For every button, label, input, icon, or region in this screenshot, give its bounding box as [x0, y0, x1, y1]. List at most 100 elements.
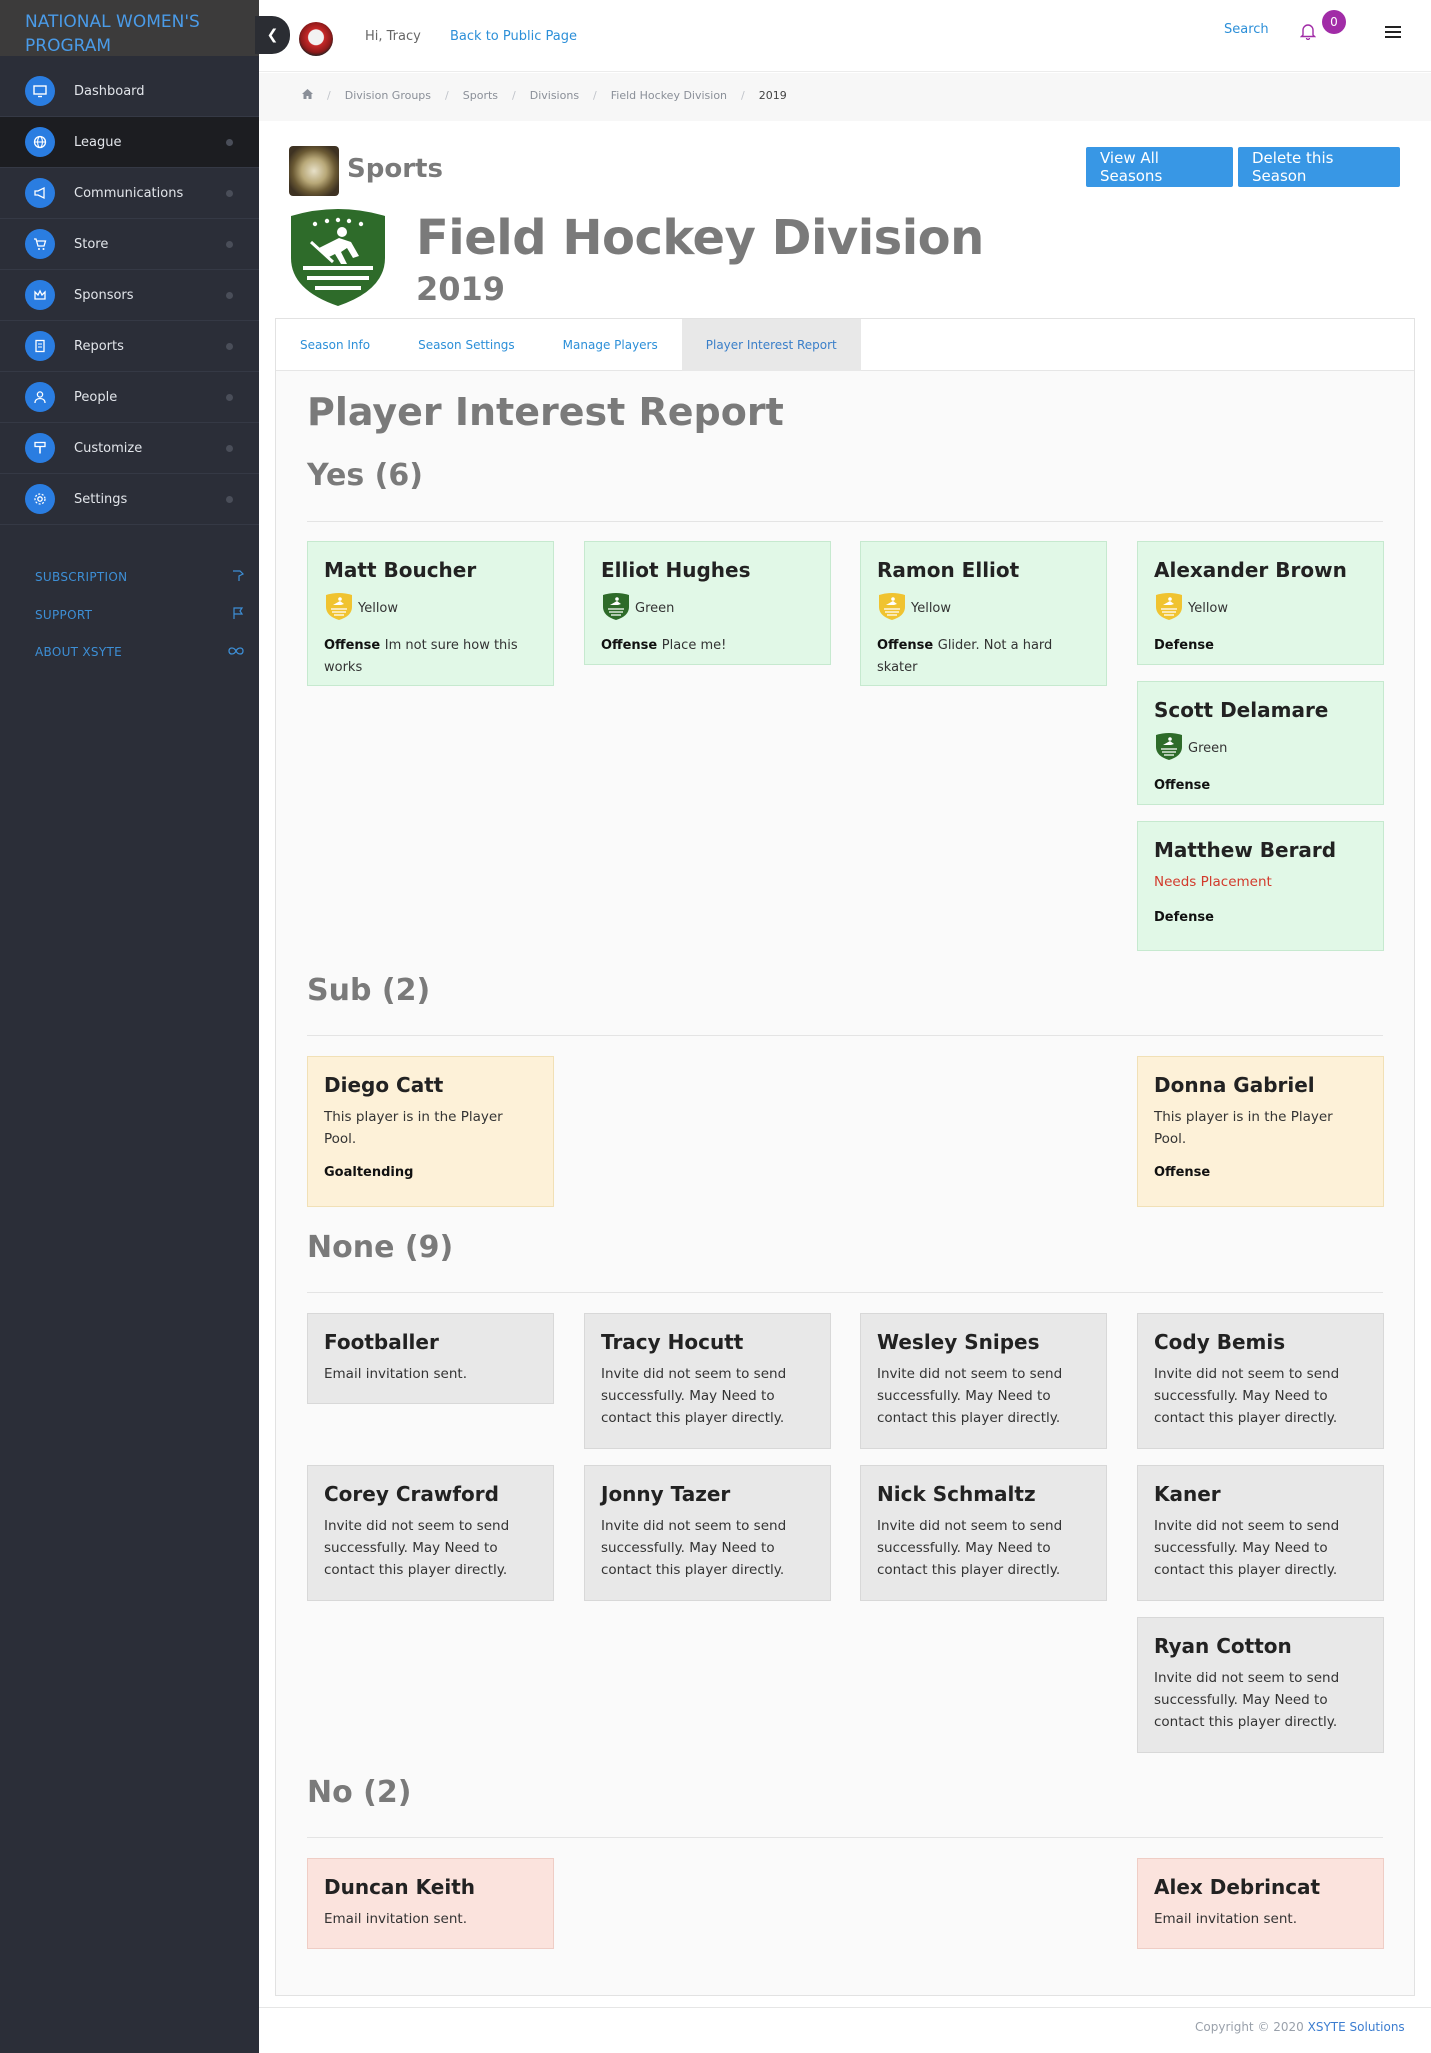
breadcrumb-separator: / — [593, 89, 597, 102]
breadcrumb-current: 2019 — [758, 89, 787, 102]
support-link[interactable]: SUPPORT — [35, 606, 245, 623]
sidebar-item-league[interactable]: League — [0, 117, 259, 168]
hand-icon — [231, 568, 245, 585]
menu-icon[interactable] — [1385, 24, 1401, 43]
position: Offense — [877, 638, 934, 653]
footer: Copyright © 2020 XSYTE Solutions — [1195, 2020, 1405, 2034]
bell-icon[interactable] — [1299, 22, 1317, 44]
reports-icon — [25, 331, 55, 361]
sidebar-item-settings[interactable]: Settings — [0, 474, 259, 525]
player-card: Duncan Keith Email invitation sent. — [307, 1858, 554, 1949]
player-card: Elliot Hughes Green Offense Place me! — [584, 541, 831, 665]
yellow-team-icon — [1154, 591, 1188, 625]
delete-season-button[interactable]: Delete this Season — [1238, 147, 1400, 187]
position: Defense — [1154, 638, 1214, 653]
player-name: Elliot Hughes — [601, 558, 751, 582]
breadcrumb-separator: / — [512, 89, 516, 102]
home-icon[interactable] — [302, 89, 313, 102]
sidebar-item-label: Dashboard — [74, 83, 145, 99]
divider — [307, 1035, 1383, 1036]
position-row: Offense Im not sure how this works — [324, 635, 537, 679]
brand-title[interactable]: NATIONAL WOMEN'S PROGRAM — [0, 0, 259, 56]
divider — [307, 1292, 1383, 1293]
footer-divider — [259, 2007, 1431, 2008]
needs-placement-status: Needs Placement — [1154, 874, 1272, 890]
breadcrumb-separator: / — [445, 89, 449, 102]
view-all-seasons-button[interactable]: View All Seasons — [1086, 147, 1233, 187]
sidebar-item-label: Customize — [74, 440, 143, 456]
sidebar-item-customize[interactable]: Customize — [0, 423, 259, 474]
divider — [307, 521, 1383, 522]
back-to-public-link[interactable]: Back to Public Page — [450, 29, 577, 44]
tab-season-settings[interactable]: Season Settings — [394, 319, 539, 371]
sidebar-item-sponsors[interactable]: Sponsors — [0, 270, 259, 321]
yellow-team-icon — [324, 591, 358, 625]
position-row: Offense — [1154, 775, 1367, 797]
player-message: Invite did not seem to send successfully… — [601, 1366, 787, 1426]
sidebar-item-label: Store — [74, 236, 109, 252]
copyright-text: Copyright © 2020 — [1195, 2020, 1304, 2034]
subscription-link[interactable]: SUBSCRIPTION — [35, 568, 245, 585]
player-name: Ryan Cotton — [1154, 1634, 1292, 1658]
search-link[interactable]: Search — [1224, 22, 1269, 37]
player-name: Matt Boucher — [324, 558, 477, 582]
team-row: Green — [1154, 731, 1367, 765]
player-card: Scott Delamare Green Offense — [1137, 681, 1384, 805]
notification-badge[interactable]: 0 — [1322, 10, 1346, 34]
breadcrumb-separator: / — [741, 89, 745, 102]
player-card: Ryan Cotton Invite did not seem to send … — [1137, 1617, 1384, 1753]
collapse-sidebar-button[interactable]: ❮ — [255, 16, 290, 54]
megaphone-icon — [25, 178, 55, 208]
sidebar-item-reports[interactable]: Reports — [0, 321, 259, 372]
flag-icon — [231, 606, 245, 623]
sidebar-item-communications[interactable]: Communications — [0, 168, 259, 219]
about-link[interactable]: ABOUT XSYTE — [35, 645, 245, 659]
team-row: Green — [601, 591, 814, 625]
nav-dot — [226, 342, 233, 350]
sidebar-item-people[interactable]: People — [0, 372, 259, 423]
player-name: Donna Gabriel — [1154, 1073, 1315, 1097]
player-name: Ramon Elliot — [877, 558, 1020, 582]
team-name: Yellow — [358, 600, 399, 616]
field-hockey-logo — [289, 208, 387, 312]
avatar[interactable] — [299, 22, 333, 56]
breadcrumb-division-groups[interactable]: Division Groups — [345, 89, 431, 102]
breadcrumb-field-hockey[interactable]: Field Hockey Division — [611, 89, 727, 102]
position-row: Offense Place me! — [601, 635, 814, 657]
tab-player-interest-report[interactable]: Player Interest Report — [681, 319, 861, 371]
tab-season-info[interactable]: Season Info — [276, 319, 394, 371]
sidebar-item-label: Communications — [74, 185, 184, 201]
player-card: Matthew Berard Needs Placement Defense — [1137, 821, 1384, 951]
player-name: Cody Bemis — [1154, 1330, 1286, 1354]
gear-icon — [25, 484, 55, 514]
sidebar-item-label: Settings — [74, 491, 128, 507]
sidebar-item-dashboard[interactable]: Dashboard — [0, 66, 259, 117]
player-message: Email invitation sent. — [324, 1366, 467, 1382]
player-message: This player is in the Player Pool. — [1154, 1109, 1333, 1147]
nav-dot — [226, 291, 233, 299]
player-name: Scott Delamare — [1154, 698, 1329, 722]
cart-icon — [25, 229, 55, 259]
player-card: Jonny Tazer Invite did not seem to send … — [584, 1465, 831, 1601]
player-card: Donna Gabriel This player is in the Play… — [1137, 1056, 1384, 1207]
player-message: Invite did not seem to send successfully… — [1154, 1366, 1340, 1426]
chevron-left-icon: ❮ — [266, 27, 279, 43]
tab-manage-players[interactable]: Manage Players — [539, 319, 682, 371]
breadcrumb-sports[interactable]: Sports — [463, 89, 498, 102]
section-heading-sub: Sub (2) — [307, 973, 431, 1008]
company-link[interactable]: XSYTE Solutions — [1308, 2020, 1405, 2034]
player-card: Kaner Invite did not seem to send succes… — [1137, 1465, 1384, 1601]
player-card: Cody Bemis Invite did not seem to send s… — [1137, 1313, 1384, 1449]
nav-dot — [226, 444, 233, 452]
breadcrumb-divisions[interactable]: Divisions — [530, 89, 579, 102]
position: Offense — [1154, 778, 1211, 793]
sidebar-item-store[interactable]: Store — [0, 219, 259, 270]
sidebar-item-label: League — [74, 134, 122, 150]
subscription-label: SUBSCRIPTION — [35, 569, 128, 584]
player-card: Footballer Email invitation sent. — [307, 1313, 554, 1404]
person-icon — [25, 382, 55, 412]
player-card: Alex Debrincat Email invitation sent. — [1137, 1858, 1384, 1949]
nav-dot — [226, 240, 233, 248]
player-card: Tracy Hocutt Invite did not seem to send… — [584, 1313, 831, 1449]
player-message: This player is in the Player Pool. — [324, 1109, 503, 1147]
